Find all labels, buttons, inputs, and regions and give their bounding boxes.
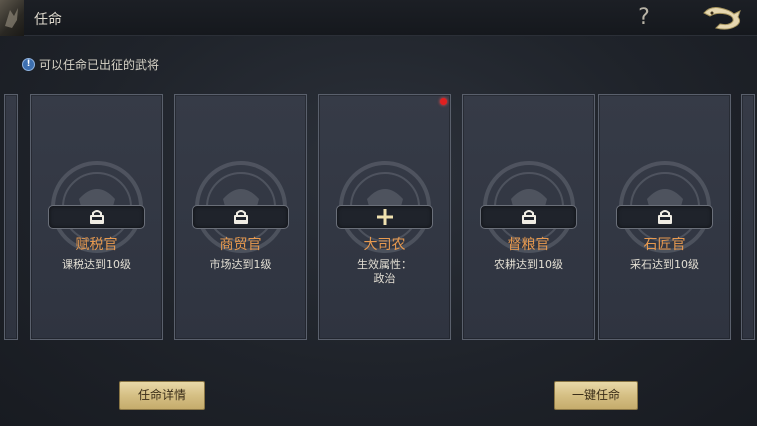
appointment-details-button[interactable]: 任命详情 — [119, 381, 205, 410]
alert-dot — [440, 98, 447, 105]
dragon-back-icon — [703, 7, 741, 30]
official-card-tax[interactable]: 赋税官 课税达到10级 — [30, 94, 163, 340]
role-requirement: 市场达到1级 — [209, 258, 272, 271]
official-card-agriculture[interactable]: 大司农 生效属性： 政治 — [318, 94, 451, 340]
official-card-trade[interactable]: 商贸官 市场达到1级 — [174, 94, 307, 340]
role-requirement: 采石达到10级 — [630, 258, 699, 271]
lock-icon — [234, 210, 248, 224]
card-edge-left[interactable] — [4, 94, 18, 340]
info-icon: ! — [22, 57, 35, 71]
one-click-appoint-button[interactable]: 一键任命 — [554, 381, 638, 410]
appoint-slot[interactable] — [192, 205, 289, 229]
notice: ! 可以任命已出征的武将 — [22, 55, 159, 73]
appoint-slot[interactable] — [616, 205, 713, 229]
plus-icon — [377, 209, 393, 225]
role-name: 赋税官 — [75, 237, 118, 253]
appoint-slot[interactable] — [48, 205, 145, 229]
notice-text: 可以任命已出征的武将 — [39, 57, 160, 72]
help-icon[interactable]: ? — [634, 4, 654, 32]
lock-icon — [90, 210, 104, 224]
lock-icon — [658, 210, 672, 224]
official-card-mason[interactable]: 石匠官 采石达到10级 — [598, 94, 731, 340]
top-bar: 任命 ? — [0, 0, 757, 36]
card-edge-right[interactable] — [741, 94, 755, 340]
role-requirement: 农耕达到10级 — [494, 258, 563, 271]
role-name: 督粮官 — [507, 237, 550, 253]
dragon-emblem-icon — [0, 0, 24, 36]
role-requirement: 课税达到10级 — [62, 258, 131, 271]
appoint-slot[interactable] — [336, 205, 433, 229]
official-card-grain[interactable]: 督粮官 农耕达到10级 — [462, 94, 595, 340]
lock-icon — [522, 210, 536, 224]
role-name: 商贸官 — [219, 237, 262, 253]
role-requirement: 生效属性： 政治 — [357, 258, 412, 285]
page-title: 任命 — [34, 12, 62, 28]
appoint-slot[interactable] — [480, 205, 577, 229]
role-name: 大司农 — [363, 237, 406, 253]
role-name: 石匠官 — [643, 237, 686, 253]
back-button[interactable] — [700, 4, 744, 32]
